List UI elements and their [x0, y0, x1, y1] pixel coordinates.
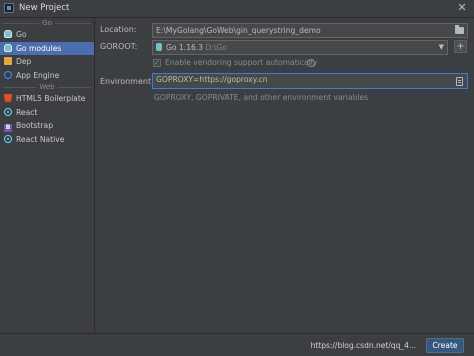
- folder-icon: [454, 25, 464, 34]
- gopher-icon: [156, 43, 162, 51]
- create-button[interactable]: Create: [426, 338, 464, 353]
- goroot-select[interactable]: Go 1.16.3 D:\Go ▼: [152, 40, 448, 55]
- group-header-go: Go: [3, 18, 91, 28]
- edit-environment-button[interactable]: [453, 75, 465, 88]
- goroot-sdk-version: Go 1.16.3: [166, 43, 204, 52]
- group-header-web: Web: [3, 82, 91, 92]
- sidebar-item-react[interactable]: React: [0, 106, 94, 120]
- location-field[interactable]: E:\MyGolang\GoWeb\gin_querystring_demo: [152, 23, 468, 38]
- react-icon: [4, 107, 12, 116]
- sidebar-item-go-modules[interactable]: Go modules: [0, 41, 94, 55]
- project-settings-panel: Location: E:\MyGolang\GoWeb\gin_querystr…: [96, 18, 474, 333]
- html5-icon: [4, 94, 12, 102]
- react-icon: [4, 134, 12, 143]
- project-type-sidebar: Go Go Go modules Dep App Engine Web HTML…: [0, 18, 95, 333]
- browse-folder-button[interactable]: [453, 24, 465, 37]
- app-engine-icon: [4, 70, 12, 79]
- environment-hint: GOPROXY, GOPRIVATE, and other environmen…: [154, 93, 369, 102]
- vendoring-label: Enable vendoring support automatically: [165, 58, 318, 67]
- dialog-footer: https://blog.csdn.net/qq_4... Create: [0, 333, 474, 356]
- watermark: https://blog.csdn.net/qq_4...: [310, 341, 416, 350]
- sidebar-item-react-native[interactable]: React Native: [0, 133, 94, 147]
- vendoring-checkbox[interactable]: ✓: [153, 59, 161, 67]
- environment-label: Environment:: [100, 77, 154, 86]
- location-label: Location:: [100, 25, 137, 34]
- sidebar-item-bootstrap[interactable]: B Bootstrap: [0, 119, 94, 133]
- gopher-icon: [4, 30, 12, 38]
- window-title: New Project: [19, 3, 70, 13]
- goroot-sdk-path: D:\Go: [205, 43, 228, 52]
- sidebar-item-html5-boilerplate[interactable]: HTML5 Boilerplate: [0, 92, 94, 106]
- document-icon: [455, 77, 463, 86]
- sidebar-item-dep[interactable]: Dep: [0, 55, 94, 69]
- add-sdk-button[interactable]: +: [454, 40, 467, 53]
- goroot-label: GOROOT:: [100, 42, 138, 51]
- title-bar: New Project ✕: [0, 0, 474, 18]
- bootstrap-icon: B: [4, 124, 12, 132]
- gopher-icon: [4, 43, 12, 52]
- goland-logo-icon: [4, 3, 14, 13]
- help-icon[interactable]: ?: [307, 59, 315, 67]
- chevron-down-icon: ▼: [438, 43, 444, 51]
- sidebar-item-go[interactable]: Go: [0, 28, 94, 42]
- dep-icon: [4, 57, 12, 65]
- environment-field[interactable]: GOPROXY=https://goproxy.cn: [152, 73, 468, 89]
- close-icon[interactable]: ✕: [455, 1, 469, 15]
- sidebar-item-app-engine[interactable]: App Engine: [0, 69, 94, 83]
